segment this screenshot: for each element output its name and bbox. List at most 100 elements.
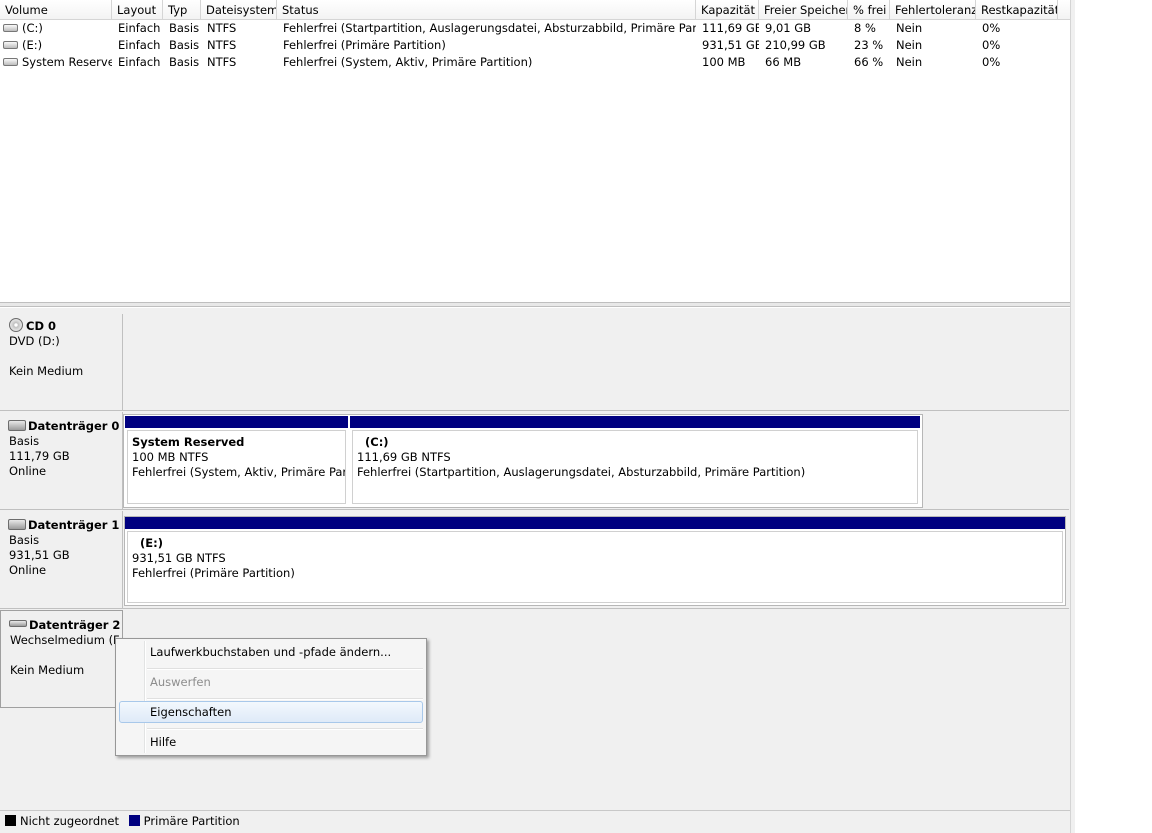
hard-disk-icon (8, 420, 26, 431)
primary-partition-bar (125, 517, 1065, 529)
disk-info: Online (9, 464, 47, 478)
menu-item-properties[interactable]: Eigenschaften (119, 701, 423, 723)
partition-container: System Reserved 100 MB NTFS Fehlerfrei (… (123, 414, 923, 508)
typ-cell: Basis (169, 21, 200, 35)
hard-disk-icon (8, 519, 26, 530)
rest-cell: 0% (982, 38, 1001, 52)
disk-name: Datenträger 1 (28, 518, 120, 532)
disk-label-2[interactable]: Datenträger 2 Wechselmedium (F:) Kein Me… (0, 610, 123, 708)
disk-space-0: System Reserved 100 MB NTFS Fehlerfrei (… (123, 412, 1069, 510)
partition-size: 100 MB NTFS (132, 450, 209, 464)
disk-info: Kein Medium (10, 663, 85, 677)
column-header-restkapazitaet[interactable]: Restkapazität (976, 0, 1058, 19)
column-header-prozent-frei[interactable]: % frei (848, 0, 890, 19)
legend-label: Nicht zugeordnet (20, 814, 120, 828)
disk-name: Datenträger 0 (28, 419, 120, 433)
disk-name: Datenträger 2 (29, 618, 121, 632)
kapazitaet-cell: 931,51 GB (702, 38, 759, 52)
partition-body: (E:) 931,51 GB NTFS Fehlerfrei (Primäre … (127, 531, 1063, 603)
frei-cell: 66 MB (765, 55, 802, 69)
disk-label-0[interactable]: Datenträger 0 Basis 111,79 GB Online (0, 412, 123, 510)
disk-space-cd0 (123, 314, 1069, 411)
prozent-cell: 8 % (854, 21, 876, 35)
dateisystem-cell: NTFS (207, 38, 237, 52)
prozent-cell: 66 % (854, 55, 884, 69)
disk-info: Wechselmedium (F:) (10, 633, 120, 647)
frei-cell: 9,01 GB (765, 21, 812, 35)
context-menu: Laufwerkbuchstaben und -pfade ändern... … (115, 638, 427, 756)
volume-row[interactable]: System Reserved Einfach Basis NTFS Fehle… (0, 54, 1070, 71)
primary-partition-bar (350, 416, 920, 428)
partition-body: System Reserved 100 MB NTFS Fehlerfrei (… (127, 430, 346, 504)
kapazitaet-cell: 100 MB (702, 55, 746, 69)
volume-row[interactable]: (E:) Einfach Basis NTFS Fehlerfrei (Prim… (0, 37, 1070, 54)
partition-status: Fehlerfrei (Primäre Partition) (132, 566, 295, 580)
status-cell: Fehlerfrei (Startpartition, Auslagerungs… (283, 21, 696, 35)
column-header-dateisystem[interactable]: Dateisystem (201, 0, 277, 19)
pane-splitter[interactable] (0, 302, 1070, 307)
removable-disk-icon (9, 620, 27, 627)
cd-drive-icon (9, 317, 23, 332)
disk-label-1[interactable]: Datenträger 1 Basis 931,51 GB Online (0, 511, 123, 609)
menu-separator (147, 668, 423, 670)
disk-info: 111,79 GB (9, 449, 70, 463)
menu-item-help[interactable]: Hilfe (119, 731, 423, 753)
partition-title: (C:) (365, 435, 389, 449)
partition-c[interactable]: (C:) 111,69 GB NTFS Fehlerfrei (Startpar… (350, 416, 920, 506)
disk-name: CD 0 (26, 319, 56, 333)
dateisystem-cell: NTFS (207, 55, 237, 69)
partition-size: 931,51 GB NTFS (132, 551, 226, 565)
volume-name: (C:) (22, 21, 43, 35)
unallocated-swatch (5, 815, 16, 826)
column-header-typ[interactable]: Typ (163, 0, 201, 19)
legend: Nicht zugeordnet Primäre Partition (0, 810, 1070, 833)
drive-icon (3, 23, 18, 32)
volume-cell: System Reserved (0, 54, 112, 71)
disk-info: Online (9, 563, 47, 577)
prozent-cell: 23 % (854, 38, 884, 52)
menu-separator (147, 698, 423, 700)
status-cell: Fehlerfrei (System, Aktiv, Primäre Parti… (283, 55, 533, 69)
volume-cell: (E:) (0, 37, 112, 54)
partition-status: Fehlerfrei (System, Aktiv, Primäre Parti… (132, 465, 346, 479)
drive-icon (3, 40, 18, 49)
primary-partition-swatch (128, 815, 140, 826)
volume-name: System Reserved (22, 55, 112, 69)
disk-info: DVD (D:) (9, 334, 60, 348)
kapazitaet-cell: 111,69 GB (702, 21, 759, 35)
menu-separator (147, 728, 423, 730)
menu-item-change-drive-letter[interactable]: Laufwerkbuchstaben und -pfade ändern... (119, 641, 423, 663)
disk-info: Kein Medium (9, 364, 84, 378)
partition-system-reserved[interactable]: System Reserved 100 MB NTFS Fehlerfrei (… (125, 416, 348, 506)
disk-info: Basis (9, 533, 40, 547)
disk-info: 931,51 GB (9, 548, 70, 562)
column-header-layout[interactable]: Layout (112, 0, 163, 19)
layout-cell: Einfach (118, 55, 161, 69)
rest-cell: 0% (982, 21, 1001, 35)
legend-label: Primäre Partition (143, 814, 240, 828)
layout-cell: Einfach (118, 21, 161, 35)
column-header-freier-speicher[interactable]: Freier Speicher (759, 0, 848, 19)
partition-status: Fehlerfrei (Startpartition, Auslagerungs… (357, 465, 806, 479)
column-header-kapazitaet[interactable]: Kapazität (696, 0, 759, 19)
fehlertoleranz-cell: Nein (896, 55, 923, 69)
rest-cell: 0% (982, 55, 1001, 69)
volume-name: (E:) (22, 38, 43, 52)
drive-icon (3, 57, 18, 66)
window-right-border (1070, 0, 1075, 833)
partition-title: System Reserved (132, 435, 245, 449)
disk-label-cd0[interactable]: CD 0 DVD (D:) Kein Medium (0, 314, 123, 411)
primary-partition-bar (125, 416, 348, 428)
column-header-status[interactable]: Status (277, 0, 696, 19)
fehlertoleranz-cell: Nein (896, 38, 923, 52)
column-header-volume[interactable]: Volume (0, 0, 112, 19)
partition-body: (C:) 111,69 GB NTFS Fehlerfrei (Startpar… (352, 430, 918, 504)
volume-list: Volume Layout Typ Dateisystem Status Kap… (0, 0, 1070, 300)
menu-item-eject[interactable]: Auswerfen (119, 671, 423, 693)
partition-size: 111,69 GB NTFS (357, 450, 451, 464)
volume-cell: (C:) (0, 20, 112, 37)
volume-row[interactable]: (C:) Einfach Basis NTFS Fehlerfrei (Star… (0, 20, 1070, 37)
volume-list-header: Volume Layout Typ Dateisystem Status Kap… (0, 0, 1070, 20)
column-header-fehlertoleranz[interactable]: Fehlertoleranz (890, 0, 976, 19)
partition-e[interactable]: (E:) 931,51 GB NTFS Fehlerfrei (Primäre … (124, 516, 1066, 606)
